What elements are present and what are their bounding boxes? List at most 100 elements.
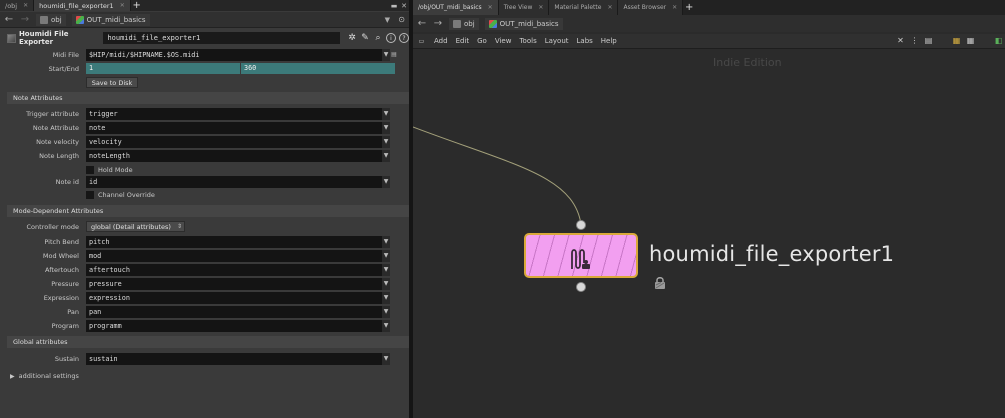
midi-wave-icon	[571, 249, 590, 269]
hold-mode-checkbox[interactable]	[86, 165, 94, 174]
chevron-down-icon[interactable]: ▼	[382, 319, 390, 332]
left-path-bar: ← → obj OUT_midi_basics ▼ ⊙	[0, 12, 409, 28]
pressure-label: Pressure	[51, 279, 79, 288]
chevron-down-icon[interactable]: ▼	[382, 249, 390, 262]
controller-mode-label: Controller mode	[26, 222, 79, 231]
gear-icon[interactable]: ✲	[347, 33, 357, 43]
chevron-down-icon[interactable]: ▼	[382, 291, 390, 304]
chevron-down-icon[interactable]: ▼	[382, 48, 390, 61]
breadcrumb-node[interactable]: OUT_midi_basics	[71, 13, 150, 26]
obj-network-icon	[40, 15, 48, 24]
pitch-bend-input[interactable]: pitch	[86, 235, 382, 248]
node-input-connector[interactable]	[576, 220, 586, 230]
note-attr-row: Trigger attribute trigger ▼	[7, 107, 409, 120]
node-header: Houmidi File Exporter houmidi_file_expor…	[7, 30, 409, 46]
trigger-attribute-input[interactable]: trigger	[86, 107, 382, 120]
pitch-bend-label: Pitch Bend	[44, 237, 79, 246]
network-pane: /obj/OUT_midi_basics ✕ Tree View ✕ Materia…	[413, 0, 1005, 418]
chevron-down-icon[interactable]: ▼	[382, 149, 390, 162]
houmidi-node[interactable]	[524, 233, 638, 278]
chevron-down-icon[interactable]: ▼	[382, 135, 390, 148]
node-output-connector[interactable]	[576, 282, 586, 292]
add-tab-icon[interactable]: +	[131, 0, 143, 11]
midi-file-row: Midi File $HIP/midi/$HIPNAME.$OS.midi ▼ …	[7, 48, 409, 61]
chevron-down-icon[interactable]: ▼	[382, 352, 390, 365]
parameter-pane: /obj ✕ houmidi_file_exporter1 ✕ + ▬ ✕ ← → …	[0, 0, 409, 418]
lock-icon[interactable]	[653, 276, 667, 290]
tab-obj[interactable]: /obj ✕	[0, 0, 35, 11]
chevron-down-icon[interactable]: ▼	[382, 277, 390, 290]
aftertouch-input[interactable]: aftertouch	[86, 263, 382, 276]
pan-label: Pan	[67, 307, 79, 316]
chevron-down-icon[interactable]: ▼	[382, 263, 390, 276]
end-frame-input[interactable]: 360	[241, 63, 395, 74]
note-id-row: Note id id ▼	[7, 175, 409, 188]
mode-attr-row: Pitch Bend pitch ▼	[7, 235, 409, 248]
note-attributes-section[interactable]: Note Attributes	[7, 92, 409, 104]
note-length-label: Note Length	[39, 151, 79, 160]
chevron-right-icon: ▶	[10, 372, 15, 380]
note-velocity-label: Note velocity	[36, 137, 79, 146]
mod-wheel-input[interactable]: mod	[86, 249, 382, 262]
global-attributes-section[interactable]: Global attributes	[7, 336, 409, 348]
close-icon[interactable]: ✕	[120, 2, 125, 9]
note-attr-row: Note Attribute note ▼	[7, 121, 409, 134]
info-icon[interactable]: i	[386, 33, 396, 43]
updown-arrow-icon: ⇕	[176, 223, 182, 230]
hold-mode-label: Hold Mode	[98, 165, 133, 174]
chevron-down-icon[interactable]: ▼	[382, 107, 390, 120]
node-name-field[interactable]: houmidi_file_exporter1	[103, 32, 340, 44]
pin-icon[interactable]: ⊙	[398, 15, 405, 24]
program-input[interactable]: programm	[86, 319, 382, 332]
save-to-disk-button[interactable]: Save to Disk	[86, 77, 138, 88]
chevron-down-icon[interactable]: ▼	[382, 305, 390, 318]
controller-mode-select[interactable]: global (Detail attributes) ⇕	[86, 221, 185, 232]
tab-houmidi-file-exporter[interactable]: houmidi_file_exporter1 ✕	[34, 0, 131, 11]
path-dropdown-icon[interactable]: ▼	[382, 13, 392, 27]
note-attribute-input[interactable]: note	[86, 121, 382, 134]
pan-input[interactable]: pan	[86, 305, 382, 318]
close-icon[interactable]: ✕	[23, 2, 28, 9]
note-id-input[interactable]: id	[86, 175, 382, 188]
left-tab-bar: /obj ✕ houmidi_file_exporter1 ✕ + ▬ ✕	[0, 0, 409, 11]
mode-attr-row: Program programm ▼	[7, 319, 409, 332]
note-attr-row: Note Length noteLength ▼	[7, 149, 409, 162]
pressure-input[interactable]: pressure	[86, 277, 382, 290]
help-icon[interactable]: ?	[399, 33, 409, 43]
sustain-label: Sustain	[54, 354, 79, 363]
note-velocity-input[interactable]: velocity	[86, 135, 382, 148]
channel-override-label: Channel Override	[98, 190, 155, 199]
additional-settings-folder[interactable]: ▶ additional settings	[10, 372, 79, 380]
midi-file-input[interactable]: $HIP/midi/$HIPNAME.$OS.midi	[86, 48, 382, 61]
note-attr-row: Note velocity velocity ▼	[7, 135, 409, 148]
sustain-input[interactable]: sustain	[86, 352, 382, 365]
breadcrumb-label: OUT_midi_basics	[86, 15, 146, 24]
aftertouch-label: Aftertouch	[45, 265, 79, 274]
brush-icon[interactable]: ✎	[360, 33, 370, 43]
note-length-input[interactable]: noteLength	[86, 149, 382, 162]
mode-attr-row: Mod Wheel mod ▼	[7, 249, 409, 262]
chevron-down-icon[interactable]: ▼	[382, 121, 390, 134]
controller-mode-value: global (Detail attributes)	[91, 222, 171, 231]
chevron-down-icon[interactable]: ▼	[382, 235, 390, 248]
pane-close-icon[interactable]: ✕	[399, 0, 409, 11]
chevron-down-icon[interactable]: ▼	[382, 175, 390, 188]
breadcrumb-obj[interactable]: obj	[36, 13, 66, 26]
start-frame-input[interactable]: 1	[86, 63, 240, 74]
channel-override-row: Channel Override	[7, 188, 409, 201]
back-arrow-icon[interactable]: ←	[4, 13, 14, 27]
channel-override-checkbox[interactable]	[86, 190, 94, 199]
mode-attr-row: Expression expression ▼	[7, 291, 409, 304]
mode-attr-row: Pressure pressure ▼	[7, 277, 409, 290]
breadcrumb-label: obj	[51, 15, 62, 24]
mode-attr-row: Aftertouch aftertouch ▼	[7, 263, 409, 276]
file-browse-icon[interactable]: ▤	[390, 48, 398, 61]
mod-wheel-label: Mod Wheel	[42, 251, 79, 260]
mode-dependent-section[interactable]: Mode-Dependent Attributes	[7, 205, 409, 217]
forward-arrow-icon[interactable]: →	[20, 13, 30, 27]
tab-label: houmidi_file_exporter1	[39, 1, 114, 10]
geo-node-icon	[75, 15, 84, 24]
search-icon[interactable]: ⌕	[373, 33, 383, 43]
expression-input[interactable]: expression	[86, 291, 382, 304]
pane-menu-icon[interactable]: ▬	[389, 0, 399, 11]
